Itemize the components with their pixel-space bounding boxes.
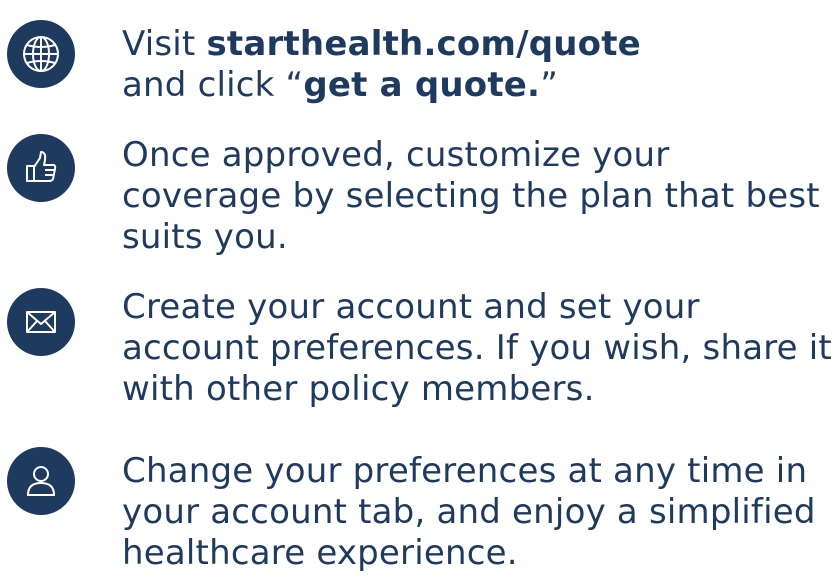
quote-url-link[interactable]: starthealth.com/quote [206,24,640,64]
step-create-account-text: Create your account and set your account… [122,287,832,409]
step-visit-line1: Visit starthealth.com/quote [122,24,834,65]
step-customize-text: Once approved, customize your coverage b… [122,135,820,257]
closing-quote: ” [540,65,559,105]
click-label: and click “ [122,65,304,105]
visit-label: Visit [122,24,207,64]
get-a-quote-text: get a quote. [303,65,541,105]
step-change-preferences-text: Change your preferences at any time in y… [122,451,816,573]
step-visit-site-text: Visit starthealth.com/quote and click “g… [122,24,834,106]
user-icon [7,447,75,515]
envelope-icon [7,288,75,356]
steps-list: Visit starthealth.com/quote and click “g… [0,0,838,581]
step-visit-line2: and click “get a quote.” [122,65,834,106]
globe-icon [7,20,75,88]
thumbs-up-icon [7,134,75,202]
